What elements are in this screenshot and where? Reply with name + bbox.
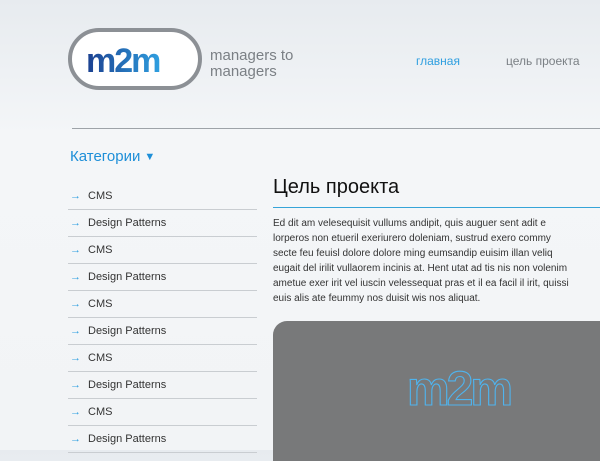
category-item[interactable]: → Design Patterns — [68, 318, 257, 345]
category-label: Design Patterns — [88, 217, 167, 229]
feature-panel: m2m — [273, 321, 600, 461]
category-item[interactable]: → Design Patterns — [68, 210, 257, 237]
category-label: Design Patterns — [88, 271, 167, 283]
arrow-right-icon: → — [70, 406, 81, 418]
arrow-right-icon: → — [70, 433, 81, 445]
category-label: CMS — [88, 352, 113, 364]
arrow-right-icon: → — [70, 217, 81, 229]
triangle-down-icon: ▼ — [144, 151, 156, 163]
nav-project-goal[interactable]: цель проекта — [506, 54, 580, 68]
category-label: CMS — [88, 298, 113, 310]
m2m-outline-logo: m2m — [406, 365, 513, 413]
category-label: CMS — [88, 406, 113, 418]
category-item[interactable]: → CMS — [68, 237, 257, 264]
category-item[interactable]: → Design Patterns — [68, 264, 257, 291]
categories-heading[interactable]: Категории ▼ — [70, 148, 155, 165]
paragraph-line: Ed dit am velesequisit vullums andipit, … — [273, 218, 546, 229]
arrow-right-icon: → — [70, 352, 81, 364]
paragraph-line: euis alis ate feummy nos duisit wis nos … — [273, 293, 481, 304]
nav-home[interactable]: главная — [416, 54, 460, 68]
intro-paragraph: Ed dit am velesequisit vullums andipit, … — [273, 216, 600, 306]
panel-logo-text: m2m — [407, 365, 510, 413]
categories-title: Категории — [70, 148, 141, 165]
paragraph-line: eugait del irilit vullaorem incinis at. … — [273, 263, 568, 274]
m2m-logo-mark: m2m — [86, 43, 162, 77]
category-label: Design Patterns — [88, 433, 167, 445]
logo-text: m2m — [86, 43, 160, 77]
arrow-right-icon: → — [70, 325, 81, 337]
category-item[interactable]: → CMS — [68, 345, 257, 372]
arrow-right-icon: → — [70, 271, 81, 283]
category-item[interactable]: → CMS — [68, 183, 257, 210]
category-label: CMS — [88, 244, 113, 256]
category-label: Design Patterns — [88, 379, 167, 391]
page-title: Цель проекта — [273, 176, 400, 198]
arrow-right-icon: → — [70, 190, 81, 202]
brand-tagline: managers to managers — [210, 48, 320, 80]
category-item[interactable]: → Design Patterns — [68, 372, 257, 399]
category-item[interactable]: → CMS — [68, 291, 257, 318]
arrow-right-icon: → — [70, 298, 81, 310]
paragraph-line: ametue exer irit vel iuscin velessequat … — [273, 278, 569, 289]
arrow-right-icon: → — [70, 244, 81, 256]
tagline-line2: managers — [210, 63, 277, 80]
category-list: → CMS → Design Patterns → CMS → Design Patte… — [68, 183, 257, 453]
header-divider — [72, 128, 600, 129]
category-item[interactable]: → Design Patterns — [68, 426, 257, 453]
title-underline — [273, 207, 600, 208]
category-label: Design Patterns — [88, 325, 167, 337]
category-label: CMS — [88, 190, 113, 202]
category-item[interactable]: → CMS — [68, 399, 257, 426]
paragraph-line: lorperos non etueril exeriurero doleniam… — [273, 233, 551, 244]
paragraph-line: secte feu feuisl dolore dolore ming eums… — [273, 248, 553, 259]
tagline-line1: managers to — [210, 47, 294, 64]
arrow-right-icon: → — [70, 379, 81, 391]
site-logo[interactable]: m2m — [68, 28, 208, 96]
